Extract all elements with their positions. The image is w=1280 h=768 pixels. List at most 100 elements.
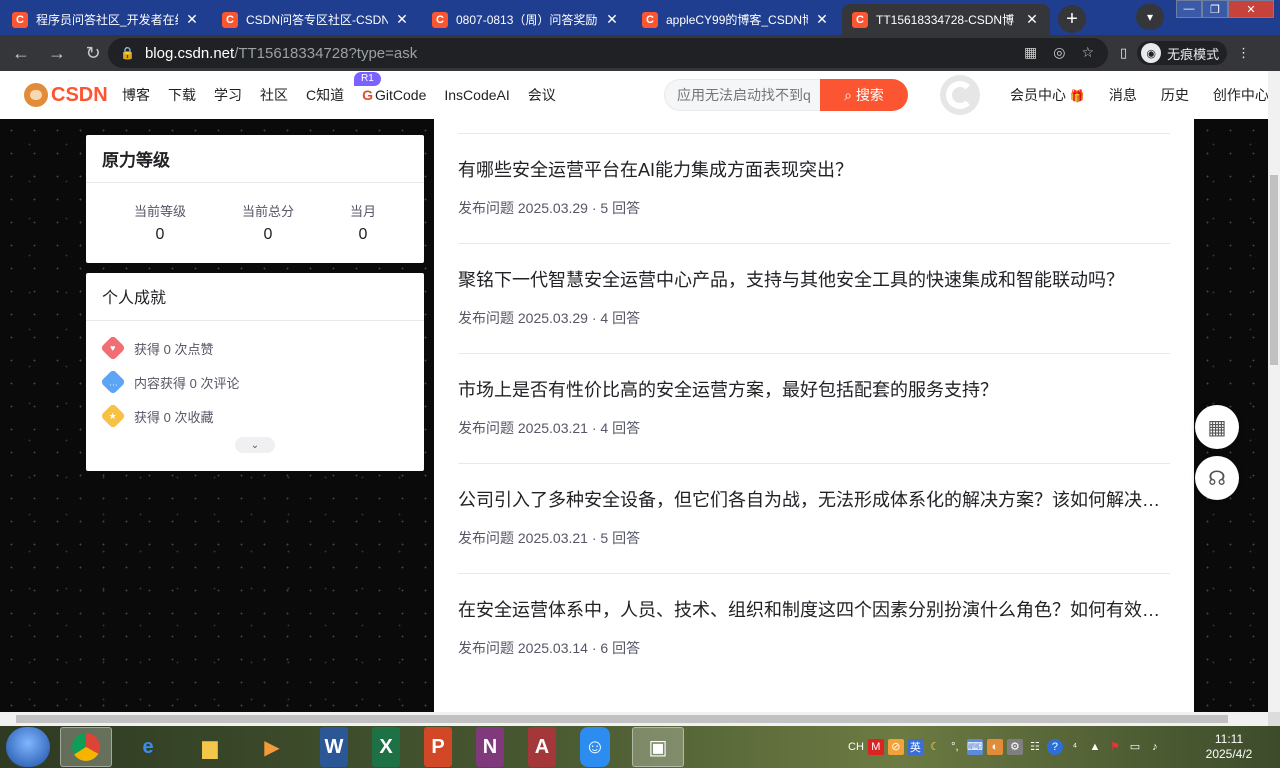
no-entry-icon[interactable]: ⊘ bbox=[887, 739, 904, 755]
question-item[interactable]: 市场上是否有性价比高的安全运营方案，最好包括配套的服务支持？ 发布问题 2025.… bbox=[458, 353, 1170, 463]
start-button[interactable] bbox=[6, 727, 50, 767]
window-controls: — ❐ ✕ bbox=[1176, 0, 1274, 18]
c-know-label: C知道 bbox=[306, 87, 345, 103]
browser-tab-active[interactable]: C TT15618334728-CSDN博 ✕ bbox=[842, 4, 1050, 35]
moon-icon[interactable]: ☾ bbox=[927, 739, 943, 755]
close-tab-icon[interactable]: ✕ bbox=[814, 11, 830, 28]
options-icon[interactable]: ⁴ bbox=[1067, 739, 1083, 755]
browser-tab[interactable]: C 0807-0813（周）问答奖励 ✕ bbox=[422, 4, 630, 35]
close-tab-icon[interactable]: ✕ bbox=[1024, 11, 1040, 28]
close-tab-icon[interactable]: ✕ bbox=[394, 11, 410, 28]
tools-icon[interactable]: ⚙ bbox=[1006, 739, 1023, 755]
question-item[interactable]: 公司引入了多种安全设备，但它们各自为战，无法形成体系化的解决方案？该如何解决… 发… bbox=[458, 463, 1170, 573]
messages-link[interactable]: 消息 bbox=[1109, 85, 1137, 105]
nav-c-know[interactable]: C知道 R1 bbox=[306, 72, 381, 105]
question-title[interactable]: 市场上是否有性价比高的安全运营方案，最好包括配套的服务支持？ bbox=[458, 376, 1170, 402]
star-badge-icon: ★ bbox=[100, 403, 126, 429]
back-icon[interactable]: ← bbox=[6, 43, 36, 64]
powerpoint-taskbar-icon[interactable]: P bbox=[424, 727, 452, 767]
ime-m-icon[interactable]: M bbox=[867, 739, 884, 755]
question-item[interactable]: 在安全运营体系中，人员、技术、组织和制度这四个因素分别扮演什么角色？如何有效… 发… bbox=[458, 573, 1170, 683]
history-link[interactable]: 历史 bbox=[1161, 85, 1189, 105]
customer-service-float-button[interactable]: ☊ bbox=[1195, 456, 1239, 500]
creation-center-link[interactable]: 创作中心 bbox=[1213, 85, 1269, 105]
incognito-icon: ◉ bbox=[1141, 43, 1162, 63]
qr-code-icon[interactable]: ▦ bbox=[1024, 44, 1037, 61]
bookmark-star-icon[interactable]: ☆ bbox=[1081, 44, 1094, 61]
question-list-panel: 有哪些安全运营平台在AI能力集成方面表现突出？ 发布问题 2025.03.29 ·… bbox=[434, 119, 1194, 712]
address-bar[interactable]: 🔒 blog.csdn.net/TT15618334728?type=ask ▦… bbox=[108, 38, 1108, 68]
question-title[interactable]: 公司引入了多种安全设备，但它们各自为战，无法形成体系化的解决方案？该如何解决… bbox=[458, 486, 1170, 512]
volume-icon[interactable]: ♪ bbox=[1147, 739, 1163, 755]
new-tab-button[interactable]: + bbox=[1058, 5, 1086, 33]
word-taskbar-icon[interactable]: W bbox=[320, 727, 348, 767]
nav-download[interactable]: 下载 bbox=[168, 85, 196, 105]
minimize-button[interactable]: — bbox=[1176, 0, 1202, 18]
nav-gitcode[interactable]: G GitCode bbox=[362, 87, 426, 103]
member-center-link[interactable]: 会员中心 🎁 bbox=[1010, 85, 1085, 105]
browser-tab[interactable]: CappleCY99的博客_CSDN博 ✕ bbox=[632, 4, 840, 35]
keyboard-icon[interactable]: ⌨ bbox=[966, 739, 983, 755]
ime-indicator[interactable]: CH bbox=[848, 741, 864, 753]
punctuation-icon[interactable]: °, bbox=[947, 739, 963, 755]
network-icon[interactable]: ▭ bbox=[1127, 739, 1143, 755]
remote-desktop-taskbar-icon[interactable]: ▣ bbox=[632, 727, 684, 767]
action-center-icon[interactable]: ⚑ bbox=[1107, 739, 1123, 755]
onenote-taskbar-icon[interactable]: N bbox=[476, 727, 504, 767]
excel-taskbar-icon[interactable]: X bbox=[372, 727, 400, 767]
more-menu-icon[interactable]: ⋮ bbox=[1237, 45, 1250, 61]
avatar-c-icon bbox=[946, 81, 974, 109]
nav-blog[interactable]: 博客 bbox=[122, 85, 150, 105]
close-tab-icon[interactable]: ✕ bbox=[604, 11, 620, 28]
close-window-button[interactable]: ✕ bbox=[1228, 0, 1274, 18]
forward-icon[interactable]: → bbox=[42, 43, 72, 64]
question-title[interactable]: 有哪些安全运营平台在AI能力集成方面表现突出？ bbox=[458, 156, 1170, 182]
internet-explorer-taskbar-icon[interactable]: e bbox=[122, 727, 174, 767]
incognito-indicator[interactable]: ◉ 无痕模式 bbox=[1137, 41, 1228, 65]
search-button[interactable]: ⌕ 搜索 bbox=[820, 79, 908, 111]
stat-current-level: 当前等级 0 bbox=[133, 204, 186, 243]
help-icon[interactable]: ? bbox=[1046, 739, 1063, 755]
question-title[interactable]: 在安全运营体系中，人员、技术、组织和制度这四个因素分别扮演什么角色？如何有效… bbox=[458, 596, 1170, 622]
show-hidden-icons-icon[interactable]: ▲ bbox=[1087, 739, 1103, 755]
skin-icon[interactable]: ◐ bbox=[986, 739, 1003, 755]
media-player-taskbar-icon[interactable]: ▶ bbox=[246, 727, 298, 767]
eye-off-icon[interactable]: ◎ bbox=[1053, 44, 1065, 61]
tab-search-button[interactable]: ▾ bbox=[1136, 4, 1164, 30]
maximize-button[interactable]: ❐ bbox=[1202, 0, 1228, 18]
achievements-list: ♥ 获得 0 次点赞 … 内容获得 0 次评论 ★ 获得 0 次收藏 bbox=[86, 321, 424, 433]
nav-meeting[interactable]: 会议 bbox=[528, 85, 556, 105]
csdn-logo[interactable]: CSDN bbox=[24, 83, 110, 107]
horizontal-scrollbar[interactable] bbox=[0, 712, 1268, 726]
question-item[interactable]: 聚铭下一代智慧安全运营中心产品，支持与其他安全工具的快速集成和智能联动吗？ 发布问… bbox=[458, 243, 1170, 353]
browser-tab[interactable]: C CSDN问答专区社区-CSDN ✕ bbox=[212, 4, 420, 35]
lang-indicator[interactable]: 英 bbox=[907, 739, 923, 755]
question-item[interactable]: 有哪些安全运营平台在AI能力集成方面表现突出？ 发布问题 2025.03.29 ·… bbox=[458, 133, 1170, 243]
browser-tab[interactable]: C 程序员问答社区_开发者在线 ✕ bbox=[2, 4, 210, 35]
csdn-favicon-icon: C bbox=[432, 11, 448, 28]
access-taskbar-icon[interactable]: A bbox=[528, 727, 556, 767]
file-explorer-taskbar-icon[interactable]: ▆ bbox=[184, 727, 236, 767]
qr-code-float-button[interactable]: ▦ bbox=[1195, 405, 1239, 449]
side-panel-icon[interactable]: ▯ bbox=[1120, 45, 1127, 61]
vertical-scrollbar[interactable] bbox=[1268, 71, 1280, 712]
question-title[interactable]: 聚铭下一代智慧安全运营中心产品，支持与其他安全工具的快速集成和智能联动吗？ bbox=[458, 266, 1170, 292]
close-tab-icon[interactable]: ✕ bbox=[184, 11, 200, 28]
qq-browser-taskbar-icon[interactable]: ☺ bbox=[580, 727, 610, 767]
browser-tab-strip: C 程序员问答社区_开发者在线 ✕ C CSDN问答专区社区-CSDN ✕ C 0807-… bbox=[0, 0, 1280, 35]
settings-icon[interactable]: ☷ bbox=[1027, 739, 1043, 755]
question-meta: 发布问题 2025.03.21 · 4 回答 bbox=[458, 420, 641, 436]
search-input[interactable] bbox=[664, 79, 820, 111]
question-meta: 发布问题 2025.03.29 · 4 回答 bbox=[458, 310, 641, 326]
reload-icon[interactable]: ↻ bbox=[78, 43, 108, 64]
taskbar-clock[interactable]: 11:11 2025/4/2 bbox=[1192, 732, 1266, 762]
address-host: blog.csdn.net bbox=[144, 44, 235, 62]
user-avatar[interactable] bbox=[940, 75, 980, 115]
nav-community[interactable]: 社区 bbox=[260, 85, 288, 105]
nav-learn[interactable]: 学习 bbox=[214, 85, 242, 105]
horizontal-scroll-thumb[interactable] bbox=[16, 715, 1228, 723]
expand-chevron-down-icon[interactable]: ⌄ bbox=[235, 437, 275, 453]
nav-inscodeai[interactable]: InsCodeAI bbox=[444, 87, 509, 103]
vertical-scroll-thumb[interactable] bbox=[1270, 175, 1278, 365]
chrome-taskbar-icon[interactable] bbox=[60, 727, 112, 767]
